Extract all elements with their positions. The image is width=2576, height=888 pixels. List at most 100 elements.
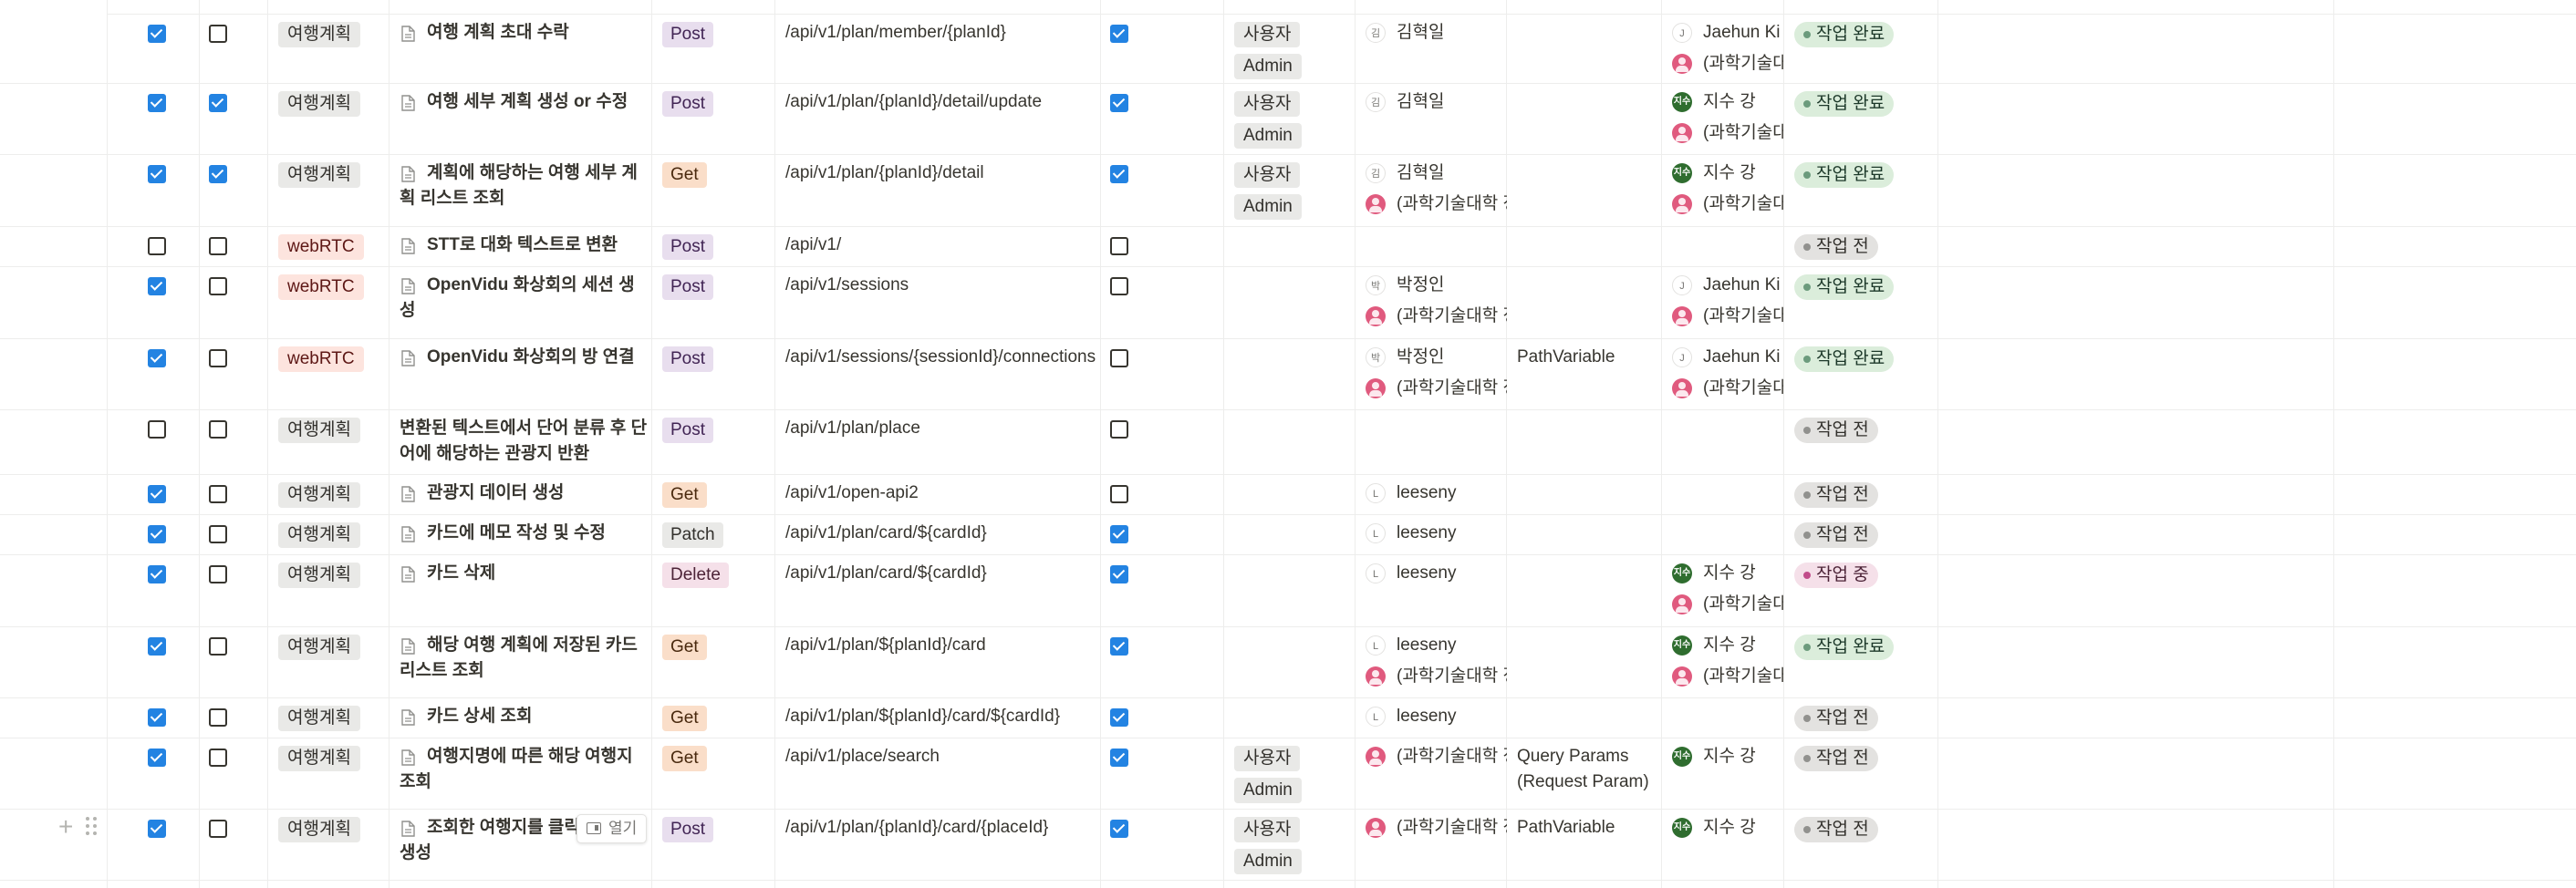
frontend-checkbox[interactable] (209, 820, 227, 838)
table-row[interactable]: 여행계획 여행지명에 따른 해당 여행지 조회 Get/api/v1/place/s… (0, 738, 2576, 810)
avatar (1672, 123, 1692, 143)
done-checkbox[interactable] (148, 820, 166, 838)
done-checkbox[interactable] (148, 349, 166, 367)
api-done-checkbox[interactable] (1110, 420, 1128, 439)
person-name: 김혁일 (1397, 163, 1445, 182)
category-tag: 여행계획 (278, 91, 360, 117)
person-name: (과학기술대 (1703, 194, 1783, 213)
status-badge: 작업 전 (1794, 746, 1878, 771)
person-name: (과학기술대 (1703, 594, 1783, 614)
done-checkbox[interactable] (148, 237, 166, 255)
table-row[interactable]: 여행계획 해당 여행 계획에 저장된 카드 리스트 조회 Get/api/v1/pl… (0, 627, 2576, 698)
status-badge: 작업 전 (1794, 817, 1878, 842)
person-chip: 김 김혁일 (1366, 160, 1507, 186)
done-checkbox[interactable] (148, 637, 166, 656)
table-row[interactable]: 여행계획 여행 계획 초대 수락 Post/api/v1/plan/member/{… (0, 15, 2576, 84)
table-row[interactable]: 여행계획 여행 세부 계획 생성 or 수정 Post/api/v1/plan/{p… (0, 84, 2576, 155)
category-tag: 여행계획 (278, 706, 360, 731)
done-checkbox[interactable] (148, 708, 166, 727)
person-chip: (과학기술대학 정 (1366, 191, 1507, 217)
person-chip: 지수 지수 강 (1672, 744, 1783, 769)
api-done-checkbox[interactable] (1110, 749, 1128, 767)
done-checkbox[interactable] (148, 277, 166, 295)
person-chip: 지수 지수 강 (1672, 160, 1783, 186)
frontend-checkbox[interactable] (209, 25, 227, 43)
frontend-checkbox[interactable] (209, 565, 227, 583)
api-done-checkbox[interactable] (1110, 277, 1128, 295)
api-done-checkbox[interactable] (1110, 525, 1128, 543)
done-checkbox[interactable] (148, 565, 166, 583)
frontend-checkbox[interactable] (209, 420, 227, 439)
frontend-checkbox[interactable] (209, 277, 227, 295)
table-row[interactable]: 여행계획 관광지 데이터 생성 Get/api/v1/open-api2 Lleese… (0, 475, 2576, 515)
person-chip: Lleeseny (1366, 521, 1507, 546)
status-badge: 작업 완료 (1794, 635, 1895, 660)
frontend-checkbox[interactable] (209, 708, 227, 727)
frontend-checkbox[interactable] (209, 94, 227, 112)
done-checkbox[interactable] (148, 485, 166, 503)
api-done-checkbox[interactable] (1110, 708, 1128, 727)
api-done-checkbox[interactable] (1110, 349, 1128, 367)
avatar: 지수 (1672, 92, 1692, 112)
table-row[interactable]: 여행계획 계획에 해당하는 여행 세부 계획 리스트 조회 Get/api/v1/p… (0, 155, 2576, 227)
frontend-checkbox[interactable] (209, 637, 227, 656)
permission-tag: 사용자 (1234, 162, 1301, 188)
person-name: 지수 강 (1703, 563, 1756, 583)
done-checkbox[interactable] (148, 525, 166, 543)
done-checkbox[interactable] (148, 25, 166, 43)
api-done-checkbox[interactable] (1110, 565, 1128, 583)
page-title: 관광지 데이터 생성 (427, 483, 565, 502)
person-name: leeseny (1397, 635, 1457, 655)
person-name: (과학기술대학 정 (1397, 194, 1507, 213)
table-row[interactable]: webRTC OpenVidu 화상회의 방 연결 Post/api/v1/sess… (0, 339, 2576, 410)
person-chip: Lleeseny (1366, 480, 1507, 506)
table-row[interactable]: 여행계획 카드 상세 조회 Get/api/v1/plan/${planId}/ca… (0, 698, 2576, 738)
status-badge: 작업 중 (1794, 563, 1878, 588)
api-done-checkbox[interactable] (1110, 637, 1128, 656)
permission-tag: 사용자 (1234, 22, 1301, 47)
category-tag: 여행계획 (278, 817, 360, 842)
table-row[interactable]: 여행계획 조회한 여행지를 클릭 시 카드 생성 Post/api/v1/plan/… (0, 810, 2576, 881)
frontend-checkbox[interactable] (209, 485, 227, 503)
frontend-checkbox[interactable] (209, 165, 227, 183)
api-done-checkbox[interactable] (1110, 94, 1128, 112)
person-chip: (과학기술대 (1672, 376, 1783, 401)
api-done-checkbox[interactable] (1110, 237, 1128, 255)
done-checkbox[interactable] (148, 420, 166, 439)
table-row[interactable]: 여행계획 변환된 텍스트에서 단어 분류 후 단어에 해당하는 관광지 반환 Pos… (0, 410, 2576, 475)
frontend-checkbox[interactable] (209, 749, 227, 767)
api-done-checkbox[interactable] (1110, 820, 1128, 838)
drag-handle-icon[interactable] (86, 817, 99, 837)
person-name: (과학기술대 (1703, 378, 1783, 398)
frontend-checkbox[interactable] (209, 525, 227, 543)
permission-tag: Admin (1234, 123, 1302, 149)
person-name: leeseny (1397, 523, 1457, 542)
api-done-checkbox[interactable] (1110, 25, 1128, 43)
person-chip: 박 박정인 (1366, 273, 1507, 298)
table-row[interactable]: 여행계획 카드 삭제 Delete/api/v1/plan/card/${cardI… (0, 555, 2576, 627)
api-done-checkbox[interactable] (1110, 165, 1128, 183)
table-row[interactable]: webRTC OpenVidu 화상회의 세션 생성 Post/api/v1/ses… (0, 267, 2576, 339)
http-method-tag: Get (662, 706, 707, 731)
person-name: leeseny (1397, 563, 1457, 583)
frontend-checkbox[interactable] (209, 237, 227, 255)
category-tag: webRTC (278, 274, 364, 300)
table-row[interactable]: 여행계획 카드에 메모 작성 및 수정 Patch/api/v1/plan/card… (0, 515, 2576, 555)
category-tag: 여행계획 (278, 162, 360, 188)
table-row[interactable]: webRTC STT로 대화 텍스트로 변환 Post/api/v1/작업 전 (0, 227, 2576, 267)
person-chip: (과학기술대 (1672, 51, 1783, 77)
api-url: /api/v1/plan/{planId}/card/{placeId} (785, 818, 1049, 837)
done-checkbox[interactable] (148, 165, 166, 183)
open-page-button[interactable]: 열기 (576, 814, 648, 843)
avatar (1672, 666, 1692, 687)
plus-icon[interactable]: + (58, 814, 73, 840)
page-title: 카드 상세 조회 (427, 707, 533, 726)
done-checkbox[interactable] (148, 94, 166, 112)
person-chip: Lleeseny (1366, 633, 1507, 658)
api-done-checkbox[interactable] (1110, 485, 1128, 503)
http-method-tag: Get (662, 635, 707, 660)
frontend-checkbox[interactable] (209, 349, 227, 367)
http-method-tag: Patch (662, 522, 723, 548)
api-url: /api/v1/sessions (785, 275, 909, 294)
done-checkbox[interactable] (148, 749, 166, 767)
